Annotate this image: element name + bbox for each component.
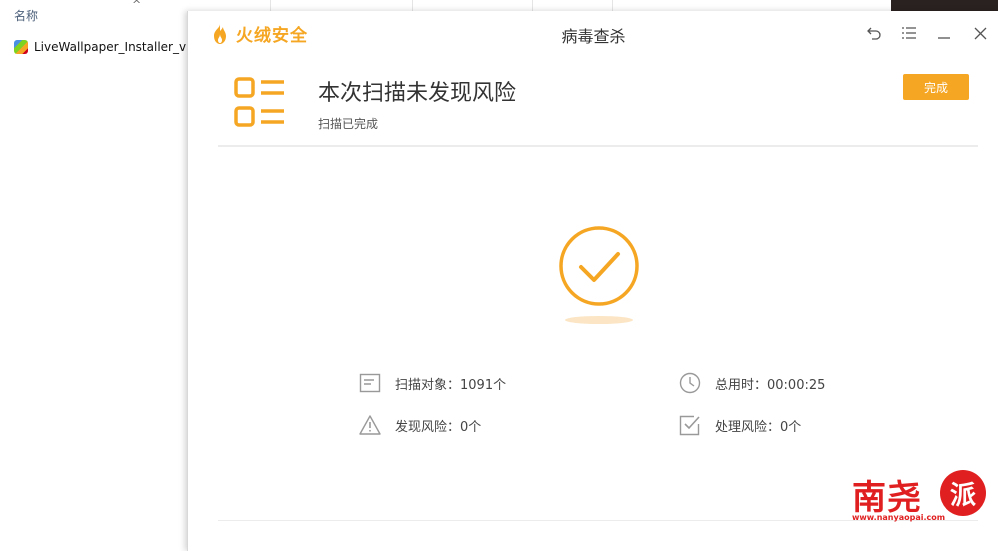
checkbox-icon — [679, 415, 700, 436]
stat-scanned: 扫描对象：1091个 — [359, 372, 506, 394]
column-name-header[interactable]: 名称 — [14, 7, 38, 24]
result-subtitle: 扫描已完成 — [318, 117, 379, 131]
result-title: 本次扫描未发现风险 — [318, 81, 517, 106]
result-header: 本次扫描未发现风险 扫描已完成 完成 — [218, 61, 978, 145]
stat-time: 总用时：00:00:25 — [679, 372, 825, 394]
back-button[interactable] — [864, 23, 884, 43]
close-button[interactable] — [970, 23, 990, 43]
stat-scanned-text: 扫描对象：1091个 — [395, 377, 507, 393]
watermark-text: 南尧 — [852, 478, 922, 518]
file-name: LiveWallpaper_Installer_v3. — [34, 40, 198, 54]
menu-icon — [902, 27, 916, 39]
stat-handled: 处理风险：0个 — [679, 414, 801, 436]
watermark-circle: 派 — [940, 470, 986, 516]
file-row[interactable]: LiveWallpaper_Installer_v3. — [14, 38, 198, 56]
stat-time-text: 总用时：00:00:25 — [715, 377, 826, 393]
undo-icon — [867, 27, 881, 40]
minimize-button[interactable] — [934, 23, 954, 43]
installer-icon — [14, 40, 28, 54]
check-shadow — [565, 316, 633, 324]
divider — [218, 145, 978, 147]
warning-icon — [359, 415, 381, 435]
stat-handled-text: 处理风险：0个 — [715, 419, 802, 435]
menu-button[interactable] — [899, 23, 919, 43]
watermark-logo: 南尧 派 www.nanyaopai.com — [852, 470, 992, 522]
success-check-icon — [558, 225, 640, 307]
checklist-icon — [234, 77, 284, 127]
document-icon — [359, 373, 381, 393]
close-icon — [974, 27, 986, 39]
minimize-icon — [938, 37, 950, 39]
stat-found-text: 发现风险：0个 — [395, 419, 482, 435]
sort-up-icon: ^ — [132, 0, 142, 11]
done-button[interactable]: 完成 — [903, 74, 969, 100]
stat-found: 发现风险：0个 — [359, 414, 481, 436]
watermark-url: www.nanyaopai.com — [852, 513, 946, 522]
title-bar: 火绒安全 病毒查杀 — [188, 11, 998, 55]
clock-icon — [679, 372, 701, 394]
